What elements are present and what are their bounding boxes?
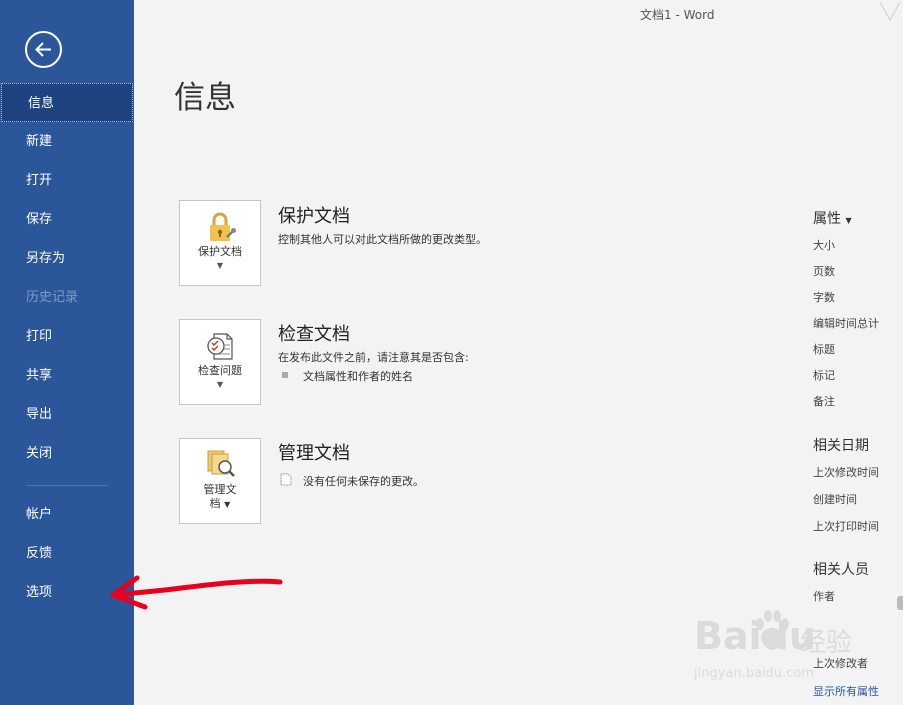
prop-last-modified: 上次修改时间 <box>813 466 879 479</box>
protect-document-button-label: 保护文档 <box>198 245 242 258</box>
inspect-document-heading: 检查文档 <box>278 324 350 345</box>
sidebar-divider <box>26 485 108 486</box>
related-people-heading: 相关人员 <box>813 562 869 578</box>
nav-feedback[interactable]: 反馈 <box>0 534 134 573</box>
scrollbar-thumb[interactable] <box>897 596 903 610</box>
nav-share[interactable]: 共享 <box>0 356 134 395</box>
nav-info[interactable]: 信息 <box>1 83 133 122</box>
watermark-suffix: 经验 <box>800 628 853 658</box>
prop-tags: 标记 <box>813 369 835 382</box>
red-annotation-arrow-icon <box>110 575 283 610</box>
corner-decoration-icon <box>879 1 901 22</box>
document-status-icon <box>280 473 292 486</box>
dropdown-caret-icon: ▼ <box>224 500 231 509</box>
nav-save-as[interactable]: 另存为 <box>0 239 134 278</box>
manage-versions-icon <box>207 450 235 477</box>
check-issues-button-label: 检查问题 <box>198 364 242 377</box>
watermark-url: jingyan.baidu.com <box>694 666 814 681</box>
manage-document-button[interactable]: 管理文 档 ▼ <box>179 438 261 524</box>
inspect-document-icon <box>207 333 233 360</box>
baidu-jingyan-watermark: Baidu 经验 jingyan.baidu.com <box>690 600 890 690</box>
related-dates-heading: 相关日期 <box>813 438 869 454</box>
nav-history: 历史记录 <box>26 290 79 305</box>
dropdown-caret-icon: ▼ <box>845 216 852 225</box>
prop-created: 创建时间 <box>813 493 857 506</box>
nav-close[interactable]: 关闭 <box>0 434 134 473</box>
check-issues-button[interactable]: 检查问题 ▼ <box>179 319 261 405</box>
window-title: 文档1 - Word <box>640 8 715 22</box>
nav-export[interactable]: 导出 <box>0 395 134 434</box>
prop-total-editing-time: 编辑时间总计 <box>813 317 879 330</box>
nav-new[interactable]: 新建 <box>0 122 134 161</box>
nav-print[interactable]: 打印 <box>0 317 134 356</box>
prop-pages: 页数 <box>813 265 835 278</box>
properties-heading[interactable]: 属性 ▼ <box>813 208 852 228</box>
prop-last-printed: 上次打印时间 <box>813 520 879 533</box>
manage-document-button-label: 管理文 <box>203 483 237 496</box>
protect-document-button[interactable]: 保护文档 ▼ <box>179 200 261 286</box>
back-arrow-icon[interactable] <box>25 31 62 68</box>
manage-document-description: 没有任何未保存的更改。 <box>303 475 424 488</box>
page-title: 信息 <box>174 80 236 116</box>
prop-size: 大小 <box>813 239 835 252</box>
manage-document-heading: 管理文档 <box>278 443 350 464</box>
inspect-bullet-item: 文档属性和作者的姓名 <box>303 370 413 383</box>
nav-save[interactable]: 保存 <box>0 200 134 239</box>
prop-words: 字数 <box>813 291 835 304</box>
bullet-icon <box>282 372 288 378</box>
dropdown-caret-icon: ▼ <box>216 380 224 389</box>
dropdown-caret-icon: ▼ <box>216 261 224 270</box>
baidu-paw-icon <box>756 610 789 648</box>
lock-key-icon <box>210 212 236 241</box>
manage-document-button-label-line2: 档 ▼ <box>209 497 231 510</box>
protect-document-description: 控制其他人可以对此文档所做的更改类型。 <box>278 233 487 246</box>
nav-open[interactable]: 打开 <box>0 161 134 200</box>
protect-document-heading: 保护文档 <box>278 206 350 227</box>
prop-comments: 备注 <box>813 395 835 408</box>
nav-account[interactable]: 帐户 <box>0 495 134 534</box>
prop-title: 标题 <box>813 343 835 356</box>
inspect-document-description: 在发布此文件之前，请注意其是否包含: <box>278 351 469 364</box>
